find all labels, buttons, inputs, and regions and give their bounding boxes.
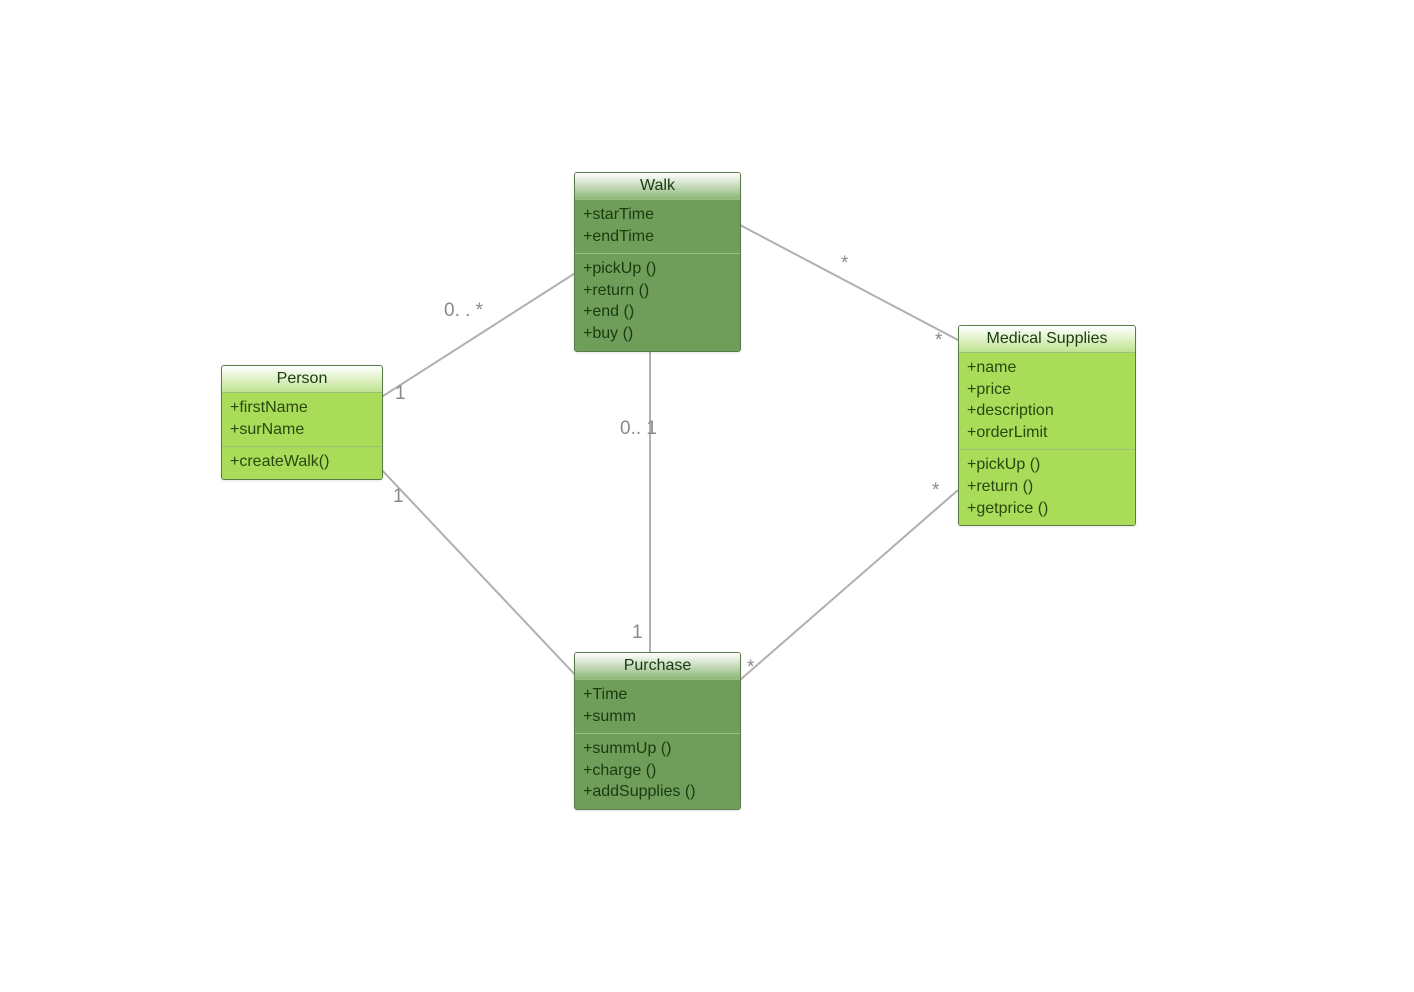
method: +pickUp ()	[967, 454, 1127, 476]
class-person-title: Person	[222, 366, 382, 393]
class-walk-title: Walk	[575, 173, 740, 200]
method: +return ()	[967, 476, 1127, 498]
class-walk-attributes: +starTime +endTime	[575, 200, 740, 254]
method: +createWalk()	[230, 451, 374, 473]
mult-walk-medical-walk: *	[841, 253, 848, 275]
class-purchase-methods: +summUp () +charge () +addSupplies ()	[575, 734, 740, 809]
method: +summUp ()	[583, 738, 732, 760]
mult-person-walk-walk: 0. . *	[444, 300, 483, 322]
attr: +description	[967, 400, 1127, 422]
method: +getprice ()	[967, 498, 1127, 520]
mult-purchase-medical-medical: *	[932, 480, 939, 502]
class-medical-title: Medical Supplies	[959, 326, 1135, 353]
method: +return ()	[583, 280, 732, 302]
class-medical-methods: +pickUp () +return () +getprice ()	[959, 450, 1135, 525]
method: +end ()	[583, 301, 732, 323]
class-person-attributes: +firstName +surName	[222, 393, 382, 447]
class-medical-supplies[interactable]: Medical Supplies +name +price +descripti…	[958, 325, 1136, 526]
class-medical-attributes: +name +price +description +orderLimit	[959, 353, 1135, 450]
mult-person-purchase-person: 1	[393, 486, 404, 508]
class-person[interactable]: Person +firstName +surName +createWalk()	[221, 365, 383, 480]
class-walk-methods: +pickUp () +return () +end () +buy ()	[575, 254, 740, 350]
mult-walk-medical-medical: *	[935, 330, 942, 352]
method: +buy ()	[583, 323, 732, 345]
attr: +surName	[230, 419, 374, 441]
attr: +summ	[583, 706, 732, 728]
attr: +name	[967, 357, 1127, 379]
mult-walk-purchase-purchase: 1	[632, 622, 643, 644]
attr: +endTime	[583, 226, 732, 248]
class-purchase-title: Purchase	[575, 653, 740, 680]
class-person-methods: +createWalk()	[222, 447, 382, 479]
association-lines	[0, 0, 1414, 992]
method: +addSupplies ()	[583, 781, 732, 803]
attr: +Time	[583, 684, 732, 706]
class-purchase[interactable]: Purchase +Time +summ +summUp () +charge …	[574, 652, 741, 810]
mult-person-walk-person: 1	[395, 383, 406, 405]
class-walk[interactable]: Walk +starTime +endTime +pickUp () +retu…	[574, 172, 741, 352]
method: +pickUp ()	[583, 258, 732, 280]
attr: +price	[967, 379, 1127, 401]
mult-purchase-medical-purchase: *	[747, 657, 754, 679]
method: +charge ()	[583, 760, 732, 782]
uml-diagram-canvas: Person +firstName +surName +createWalk()…	[0, 0, 1414, 992]
attr: +firstName	[230, 397, 374, 419]
attr: +orderLimit	[967, 422, 1127, 444]
class-purchase-attributes: +Time +summ	[575, 680, 740, 734]
mult-walk-purchase-walk: 0.. 1	[620, 418, 657, 440]
attr: +starTime	[583, 204, 732, 226]
